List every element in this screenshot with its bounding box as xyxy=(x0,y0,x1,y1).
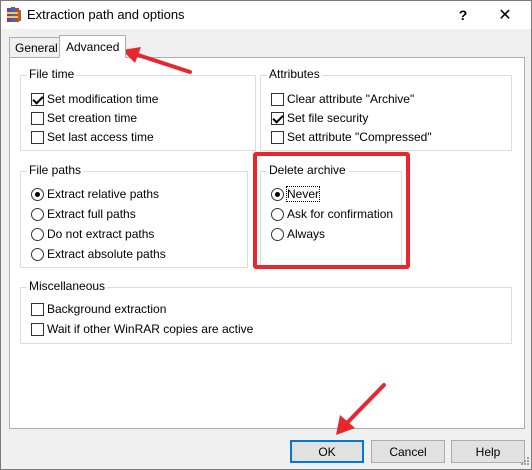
question-icon: ? xyxy=(458,7,468,23)
title-help-button[interactable]: ? xyxy=(441,1,485,29)
tab-advanced[interactable]: Advanced xyxy=(59,35,127,58)
file-paths-group-title: File paths xyxy=(27,163,84,177)
radio-circle xyxy=(271,227,284,241)
close-icon: ✕ xyxy=(498,7,512,24)
winrar-books-icon xyxy=(7,7,21,22)
option-label: Extract relative paths xyxy=(47,187,160,201)
option-label: Set file security xyxy=(287,111,369,125)
title-bar[interactable]: Extraction path and options ? ✕ xyxy=(1,1,531,29)
option-label: Never xyxy=(285,186,321,202)
option-label: Always xyxy=(287,227,326,241)
option-label: Background extraction xyxy=(47,302,167,316)
checkbox-box xyxy=(31,111,44,125)
attributes-group: Attributes Clear attribute "Archive" Set… xyxy=(260,67,512,151)
radio-circle xyxy=(271,207,284,221)
tab-general-label: General xyxy=(15,40,58,55)
delete-always-radio[interactable]: Always xyxy=(271,226,325,242)
set-last-access-time-checkbox[interactable]: Set last access time xyxy=(31,129,154,145)
checkbox-box xyxy=(31,130,44,144)
cancel-button[interactable]: Cancel xyxy=(371,440,445,463)
checkbox-box xyxy=(31,322,44,336)
cancel-button-label: Cancel xyxy=(389,444,427,459)
extraction-dialog: Extraction path and options ? ✕ General … xyxy=(0,0,532,470)
help-button[interactable]: Help xyxy=(451,440,525,463)
tab-general[interactable]: General xyxy=(9,37,64,57)
resize-grip-icon[interactable] xyxy=(518,456,530,468)
option-label: Set attribute "Compressed" xyxy=(287,130,432,144)
option-label: Ask for confirmation xyxy=(287,207,394,221)
advanced-tab-panel: File time Set modification time Set crea… xyxy=(9,57,525,429)
checkbox-box xyxy=(271,130,284,144)
extract-absolute-paths-radio[interactable]: Extract absolute paths xyxy=(31,246,166,262)
option-label: Set modification time xyxy=(47,92,159,106)
attributes-group-title: Attributes xyxy=(267,67,322,81)
option-label: Wait if other WinRAR copies are active xyxy=(47,322,254,336)
radio-circle xyxy=(31,187,44,201)
clear-archive-attribute-checkbox[interactable]: Clear attribute "Archive" xyxy=(271,91,414,107)
radio-circle xyxy=(31,247,44,261)
checkbox-box xyxy=(271,111,284,125)
file-time-group: File time Set modification time Set crea… xyxy=(20,67,256,151)
file-time-group-title: File time xyxy=(27,67,77,81)
miscellaneous-group-title: Miscellaneous xyxy=(27,279,108,293)
do-not-extract-paths-radio[interactable]: Do not extract paths xyxy=(31,226,154,242)
radio-circle xyxy=(31,227,44,241)
option-label: Set creation time xyxy=(47,111,138,125)
set-compressed-attribute-checkbox[interactable]: Set attribute "Compressed" xyxy=(271,129,432,145)
checkbox-box xyxy=(271,92,284,106)
set-modification-time-checkbox[interactable]: Set modification time xyxy=(31,91,158,107)
checkbox-box xyxy=(31,92,44,106)
extract-relative-paths-radio[interactable]: Extract relative paths xyxy=(31,186,159,202)
help-button-label: Help xyxy=(475,444,501,459)
delete-archive-group-title: Delete archive xyxy=(267,163,348,177)
option-label: Set last access time xyxy=(47,130,154,144)
option-label: Extract full paths xyxy=(47,207,136,221)
radio-circle xyxy=(31,207,44,221)
background-extraction-checkbox[interactable]: Background extraction xyxy=(31,301,166,317)
extract-full-paths-radio[interactable]: Extract full paths xyxy=(31,206,136,222)
set-creation-time-checkbox[interactable]: Set creation time xyxy=(31,110,137,126)
delete-archive-group: Delete archive Never Ask for confirmatio… xyxy=(260,163,402,268)
title-close-button[interactable]: ✕ xyxy=(483,1,527,29)
window-title: Extraction path and options xyxy=(27,7,185,22)
wait-if-other-copies-checkbox[interactable]: Wait if other WinRAR copies are active xyxy=(31,321,253,337)
tab-strip: General Advanced xyxy=(9,35,525,58)
ok-button[interactable]: OK xyxy=(290,440,364,463)
option-label: Extract absolute paths xyxy=(47,247,166,261)
miscellaneous-group: Miscellaneous Background extraction Wait… xyxy=(20,279,512,344)
ok-button-label: OK xyxy=(318,444,336,459)
option-label: Do not extract paths xyxy=(47,227,155,241)
option-label: Clear attribute "Archive" xyxy=(287,92,415,106)
checkbox-box xyxy=(31,302,44,316)
radio-circle xyxy=(271,187,284,201)
delete-ask-for-confirmation-radio[interactable]: Ask for confirmation xyxy=(271,206,393,222)
tab-advanced-label: Advanced xyxy=(66,39,120,54)
file-paths-group: File paths Extract relative paths Extrac… xyxy=(20,163,248,268)
delete-never-radio[interactable]: Never xyxy=(271,186,321,202)
set-file-security-checkbox[interactable]: Set file security xyxy=(271,110,368,126)
